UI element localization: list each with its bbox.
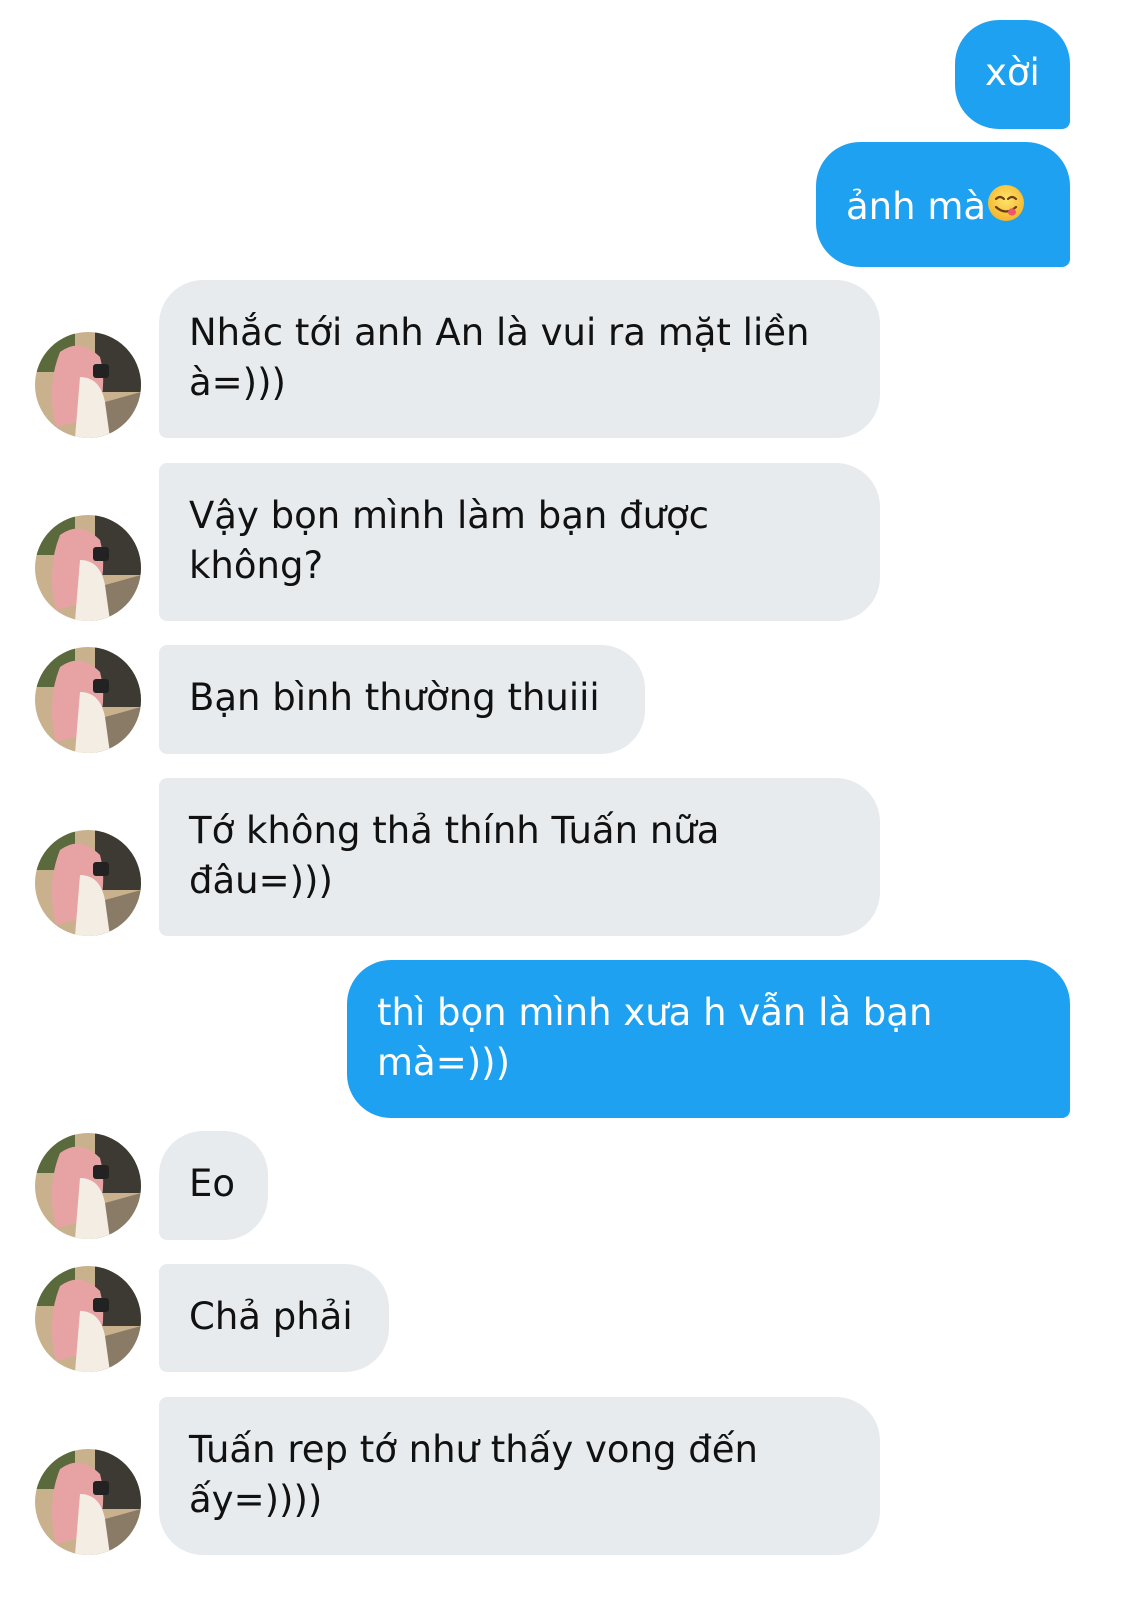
message-line: không? — [189, 544, 324, 587]
incoming-message-bubble[interactable]: Tuấn rep tớ như thấy vong đến ấy=)))) — [159, 1397, 880, 1555]
message-text: Bạn bình thường thuiii — [189, 676, 600, 719]
outgoing-message-bubble[interactable]: xời — [955, 20, 1070, 129]
avatar-photo-icon — [35, 830, 141, 936]
avatar-photo-icon — [35, 515, 141, 621]
avatar-photo-icon — [35, 1266, 141, 1372]
avatar-photo-icon — [35, 1449, 141, 1555]
message-line: à=))) — [189, 361, 286, 404]
incoming-message-bubble[interactable]: Bạn bình thường thuiii — [159, 645, 645, 754]
avatar-photo-icon — [35, 647, 141, 753]
avatar-photo-icon — [35, 332, 141, 438]
contact-avatar[interactable] — [35, 1133, 141, 1239]
incoming-message-bubble[interactable]: Chả phải — [159, 1264, 389, 1372]
avatar-photo-icon — [35, 1133, 141, 1239]
contact-avatar[interactable] — [35, 647, 141, 753]
outgoing-message-bubble[interactable]: thì bọn mình xưa h vẫn là bạn mà=))) — [347, 960, 1070, 1118]
contact-avatar[interactable] — [35, 515, 141, 621]
outgoing-message-bubble[interactable]: ảnh mà — [816, 142, 1070, 267]
message-text: xời — [985, 51, 1040, 94]
incoming-message-bubble[interactable]: Tớ không thả thính Tuấn nữa đâu=))) — [159, 778, 880, 936]
message-line: ấy=)))) — [189, 1478, 323, 1521]
contact-avatar[interactable] — [35, 332, 141, 438]
incoming-message-bubble[interactable]: Eo — [159, 1131, 268, 1240]
message-line: thì bọn mình xưa h vẫn là bạn — [377, 991, 933, 1034]
message-text: ảnh mà — [846, 185, 987, 228]
message-line: Tớ không thả thính Tuấn nữa — [189, 809, 720, 852]
contact-avatar[interactable] — [35, 830, 141, 936]
message-text: Eo — [189, 1162, 236, 1205]
incoming-message-bubble[interactable]: Nhắc tới anh An là vui ra mặt liền à=))) — [159, 280, 880, 438]
face-savoring-food-emoji — [986, 183, 1026, 236]
contact-avatar[interactable] — [35, 1449, 141, 1555]
message-line: Nhắc tới anh An là vui ra mặt liền — [189, 311, 810, 354]
incoming-message-bubble[interactable]: Vậy bọn mình làm bạn được không? — [159, 463, 880, 621]
message-line: đâu=))) — [189, 859, 333, 902]
message-line: mà=))) — [377, 1041, 511, 1084]
contact-avatar[interactable] — [35, 1266, 141, 1372]
message-line: Tuấn rep tớ như thấy vong đến — [189, 1428, 758, 1471]
message-line: Vậy bọn mình làm bạn được — [189, 494, 710, 537]
message-text: Chả phải — [189, 1295, 353, 1338]
